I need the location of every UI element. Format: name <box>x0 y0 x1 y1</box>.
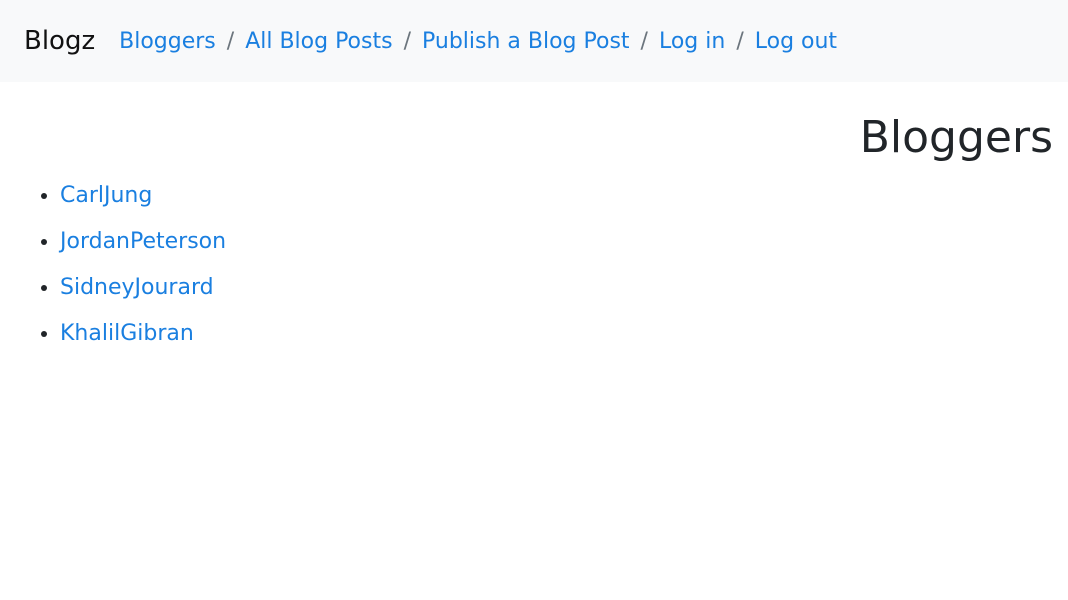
nav-separator: / <box>736 28 744 54</box>
nav-link-publish-blog-post[interactable]: Publish a Blog Post <box>422 29 630 54</box>
blogger-list: CarlJung JordanPeterson SidneyJourard Kh… <box>0 178 226 362</box>
blogger-link[interactable]: SidneyJourard <box>60 275 214 300</box>
page-title: Bloggers <box>859 112 1053 163</box>
nav-link-bloggers[interactable]: Bloggers <box>119 29 216 54</box>
top-navbar: Blogz Bloggers / All Blog Posts / Publis… <box>0 0 1068 82</box>
nav-separator: / <box>226 28 235 54</box>
blogger-link[interactable]: KhalilGibran <box>60 321 194 346</box>
main-content: Bloggers CarlJung JordanPeterson SidneyJ… <box>0 82 1068 600</box>
list-item: KhalilGibran <box>60 302 226 362</box>
nav-separator: / <box>403 28 411 54</box>
nav-link-log-in[interactable]: Log in <box>659 29 725 54</box>
blogger-link[interactable]: CarlJung <box>60 183 152 208</box>
nav-separator: / <box>640 28 648 54</box>
nav-breadcrumb-links: Bloggers / All Blog Posts / Publish a Bl… <box>119 29 837 54</box>
nav-link-all-blog-posts[interactable]: All Blog Posts <box>245 29 392 54</box>
brand-logo-link[interactable]: Blogz <box>24 26 95 56</box>
nav-link-log-out[interactable]: Log out <box>755 29 837 54</box>
blogger-link[interactable]: JordanPeterson <box>60 229 226 254</box>
